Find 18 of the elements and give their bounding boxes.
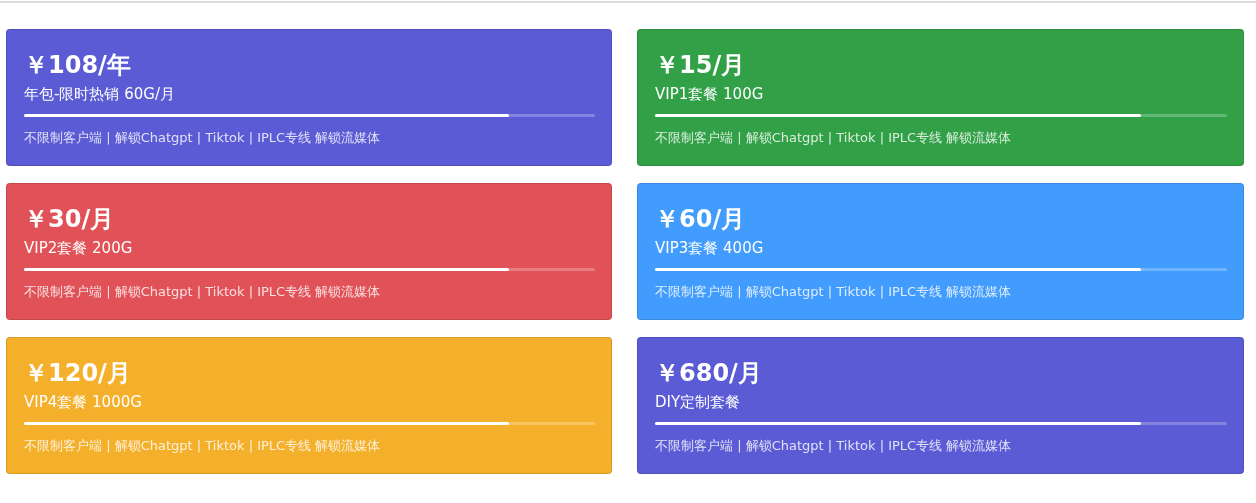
plan-price: ￥120/月: [24, 358, 131, 389]
plan-price: ￥15/月: [655, 50, 746, 81]
plan-price: ￥108/年: [24, 50, 131, 81]
plan-name: DIY定制套餐: [655, 392, 741, 413]
plan-price: ￥680/月: [655, 358, 762, 389]
plan-features: 不限制客户端 | 解锁Chatgpt | Tiktok | IPLC专线 解锁流媒体: [655, 129, 1012, 147]
plan-features: 不限制客户端 | 解锁Chatgpt | Tiktok | IPLC专线 解锁流媒体: [655, 283, 1012, 301]
plan-features: 不限制客户端 | 解锁Chatgpt | Tiktok | IPLC专线 解锁流媒体: [24, 437, 381, 455]
plan-name: 年包-限时热销 60G/月: [24, 84, 175, 105]
plan-name: VIP1套餐 100G: [655, 84, 764, 105]
plan-name: VIP3套餐 400G: [655, 238, 764, 259]
plan-features: 不限制客户端 | 解锁Chatgpt | Tiktok | IPLC专线 解锁流媒体: [655, 437, 1012, 455]
plan-price: ￥60/月: [655, 204, 746, 235]
plan-features: 不限制客户端 | 解锁Chatgpt | Tiktok | IPLC专线 解锁流媒体: [24, 283, 381, 301]
plan-price: ￥30/月: [24, 204, 115, 235]
plan-features: 不限制客户端 | 解锁Chatgpt | Tiktok | IPLC专线 解锁流媒体: [24, 129, 381, 147]
plan-name: VIP4套餐 1000G: [24, 392, 142, 413]
plan-name: VIP2套餐 200G: [24, 238, 133, 259]
